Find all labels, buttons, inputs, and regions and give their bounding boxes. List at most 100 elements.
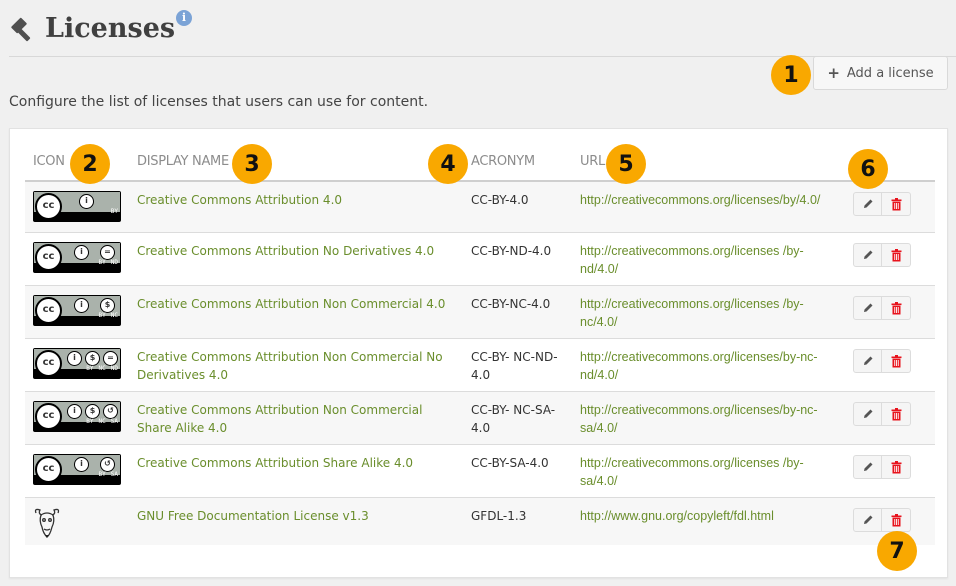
callout-marker: 2 [70, 144, 110, 184]
trash-icon [891, 197, 901, 210]
row-actions [853, 243, 911, 267]
page-description: Configure the list of licenses that user… [9, 94, 429, 110]
license-url-link[interactable]: http://www.gnu.org/copyleft/fdl.html [580, 507, 840, 525]
gavel-icon [11, 17, 31, 42]
edit-button[interactable] [853, 455, 882, 479]
callout-marker: 3 [232, 144, 272, 184]
by-symbol-icon: i [67, 404, 82, 419]
callout-marker: 5 [606, 144, 646, 184]
table-row: GNU Free Documentation License v1.3 GFDL-… [25, 498, 935, 545]
license-name-link[interactable]: Creative Commons Attribution 4.0 [137, 191, 447, 209]
delete-button[interactable] [882, 455, 911, 479]
delete-button[interactable] [882, 402, 911, 426]
by-symbol-icon: i [74, 298, 89, 313]
edit-button[interactable] [853, 508, 882, 532]
callout-marker: 7 [877, 531, 917, 571]
add-license-label: Add a license [846, 65, 934, 81]
delete-button[interactable] [882, 508, 911, 532]
license-url-link[interactable]: http://creativecommons.org/licenses /by-… [580, 295, 840, 331]
table-row: cc i $ BY NC Creative Commons Attribution Non… [25, 286, 935, 339]
delete-button[interactable] [882, 192, 911, 216]
add-license-button[interactable]: + Add a license [813, 56, 948, 90]
license-icon-cell [33, 507, 61, 544]
info-icon[interactable]: i [176, 10, 192, 26]
by-symbol-icon: i [74, 245, 89, 260]
table-header: Icon Display name Acronym URL [25, 129, 935, 182]
pencil-icon [863, 356, 872, 365]
pencil-icon [863, 462, 872, 471]
license-acronym: CC-BY-SA-4.0 [471, 456, 549, 470]
column-header-display-name: Display name [137, 154, 229, 169]
license-url-link[interactable]: http://creativecommons.org/licenses /by-… [580, 242, 840, 278]
by-symbol-icon: i [67, 351, 82, 366]
trash-icon [891, 354, 901, 367]
row-actions [853, 455, 911, 479]
trash-icon [891, 407, 901, 420]
page-title: Licenses [45, 12, 176, 44]
page-header: Licenses [9, 6, 175, 50]
row-actions [853, 508, 911, 532]
edit-button[interactable] [853, 402, 882, 426]
license-url-link[interactable]: http://creativecommons.org/licenses/by-n… [580, 348, 840, 384]
delete-button[interactable] [882, 296, 911, 320]
cc-by-nd-badge-icon: cc i = BY ND [33, 242, 121, 273]
pencil-icon [863, 515, 872, 524]
trash-icon [891, 248, 901, 261]
license-icon-cell: cc i $ = BY NC ND [33, 348, 121, 379]
row-actions [853, 192, 911, 216]
license-acronym: GFDL-1.3 [471, 509, 527, 523]
license-url-link[interactable]: http://creativecommons.org/licenses/by/4… [580, 191, 840, 209]
table-row: cc i BY Creative Commons Attribution 4.0 CC-… [25, 182, 935, 233]
by-symbol-icon: i [74, 457, 89, 472]
edit-button[interactable] [853, 296, 882, 320]
row-actions [853, 402, 911, 426]
delete-button[interactable] [882, 243, 911, 267]
trash-icon [891, 513, 901, 526]
license-name-link[interactable]: Creative Commons Attribution Non Commerc… [137, 401, 447, 437]
license-name-link[interactable]: Creative Commons Attribution Non Commerc… [137, 348, 447, 384]
license-name-link[interactable]: GNU Free Documentation License v1.3 [137, 507, 447, 525]
table-row: cc i = BY ND Creative Commons Attribution No … [25, 233, 935, 286]
cc-by-nc-nd-badge-icon: cc i $ = BY NC ND [33, 348, 121, 379]
delete-button[interactable] [882, 349, 911, 373]
license-acronym: CC-BY- NC-ND-4.0 [471, 350, 558, 382]
edit-button[interactable] [853, 349, 882, 373]
cc-by-sa-badge-icon: cc i ↺ BY SA [33, 454, 121, 485]
pencil-icon [863, 409, 872, 418]
license-acronym: CC-BY-NC-4.0 [471, 297, 551, 311]
license-icon-cell: cc i ↺ BY SA [33, 454, 121, 485]
license-name-link[interactable]: Creative Commons Attribution No Derivati… [137, 242, 447, 260]
license-url-link[interactable]: http://creativecommons.org/licenses/by-n… [580, 401, 840, 437]
license-url-link[interactable]: http://creativecommons.org/licenses /by-… [580, 454, 840, 490]
by-symbol-icon: i [79, 194, 94, 209]
column-header-acronym: Acronym [471, 154, 535, 169]
callout-marker: 4 [428, 144, 468, 184]
table-body: cc i BY Creative Commons Attribution 4.0 CC-… [25, 182, 935, 545]
cc-by-badge-icon: cc i BY [33, 191, 121, 222]
column-header-url: URL [580, 154, 605, 169]
license-name-link[interactable]: Creative Commons Attribution Share Alike… [137, 454, 447, 472]
row-actions [853, 349, 911, 373]
gnu-head-icon [34, 508, 60, 538]
cc-by-nc-badge-icon: cc i $ BY NC [33, 295, 121, 326]
table-row: cc i ↺ BY SA Creative Commons Attribution Sha… [25, 445, 935, 498]
license-name-link[interactable]: Creative Commons Attribution Non Commerc… [137, 295, 447, 313]
license-acronym: CC-BY-4.0 [471, 193, 529, 207]
edit-button[interactable] [853, 243, 882, 267]
table-row: cc i $ ↺ BY NC SA Creative Commons Attribution … [25, 392, 935, 445]
column-header-icon: Icon [33, 154, 65, 169]
license-icon-cell: cc i BY [33, 191, 121, 222]
pencil-icon [863, 303, 872, 312]
table-row: cc i $ = BY NC ND Creative Commons Attribution … [25, 339, 935, 392]
license-acronym: CC-BY-ND-4.0 [471, 244, 552, 258]
plus-icon: + [827, 64, 840, 82]
pencil-icon [863, 250, 872, 259]
trash-icon [891, 460, 901, 473]
callout-marker: 1 [771, 55, 811, 95]
license-icon-cell: cc i = BY ND [33, 242, 121, 273]
trash-icon [891, 301, 901, 314]
cc-by-nc-sa-badge-icon: cc i $ ↺ BY NC SA [33, 401, 121, 432]
edit-button[interactable] [853, 192, 882, 216]
callout-marker: 6 [848, 149, 888, 189]
row-actions [853, 296, 911, 320]
